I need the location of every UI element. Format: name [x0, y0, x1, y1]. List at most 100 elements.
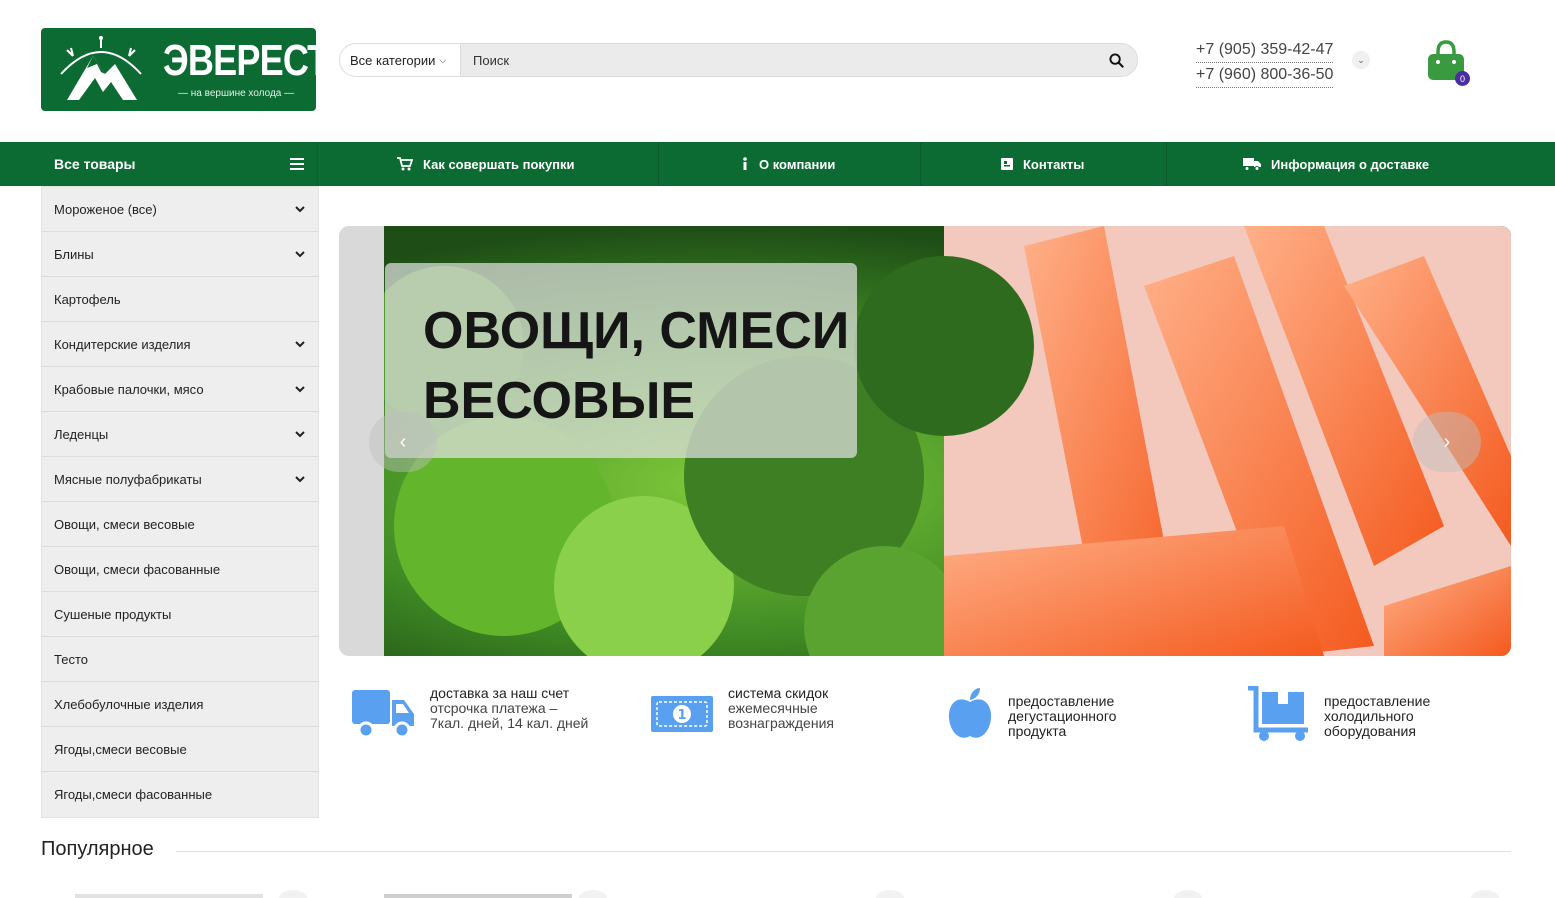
category-select[interactable]: Все категории ⌵	[340, 44, 461, 76]
apple-icon	[948, 688, 992, 738]
nav-divider	[920, 142, 921, 186]
feature-title: система скидок	[728, 685, 829, 701]
feature-delivery: доставка за наш счет отсрочка платежа – …	[352, 686, 588, 740]
logo[interactable]: ЭВЕРЕСТ — на вершине холода —	[41, 28, 329, 111]
sidebar-item-label: Овощи, смеси фасованные	[54, 561, 221, 577]
phone-list: +7 (905) 359-42-47 +7 (960) 800-36-50	[1196, 38, 1334, 88]
search-button[interactable]	[1095, 44, 1137, 76]
chevron-down-icon: ⌵	[439, 54, 447, 65]
chevron-down-icon[interactable]	[295, 385, 305, 393]
nav-label: Контакты	[1023, 156, 1085, 172]
nav-about[interactable]: О компании	[741, 142, 835, 186]
all-products-menu-button[interactable]: Все товары	[41, 142, 318, 186]
wishlist-button-peek[interactable]	[876, 890, 904, 898]
sidebar-item[interactable]: Овощи, смеси весовые	[42, 502, 318, 547]
feature-line: холодильного	[1324, 708, 1414, 724]
banner-title-line: ОВОЩИ, СМЕСИ	[423, 302, 850, 360]
sidebar-item[interactable]: Ягоды,смеси фасованные	[42, 772, 318, 817]
product-card-peek[interactable]	[75, 894, 263, 898]
slider-prev-button[interactable]: ‹	[369, 412, 437, 472]
feature-line: ежемесячные	[728, 700, 818, 716]
sidebar-item-label: Хлебобулочные изделия	[54, 696, 204, 712]
feature-title: предоставление	[1324, 693, 1431, 709]
feature-discounts: 1 система скидок ежемесячные вознагражде…	[650, 686, 834, 740]
wishlist-button-peek[interactable]	[579, 890, 607, 898]
phones-dropdown-button[interactable]: ⌄	[1352, 51, 1370, 69]
sidebar-item[interactable]: Ягоды,смеси весовые	[42, 727, 318, 772]
cart-icon	[397, 157, 413, 171]
chevron-left-icon: ‹	[399, 430, 407, 453]
sidebar-item-label: Ягоды,смеси фасованные	[54, 787, 213, 802]
search-bar: Все категории ⌵	[339, 43, 1138, 77]
banner-title[interactable]: ОВОЩИ, СМЕСИ ВЕСОВЫЕ	[423, 296, 863, 436]
nav-contacts[interactable]: Контакты	[1001, 142, 1084, 186]
chevron-down-icon[interactable]	[295, 340, 305, 348]
sidebar-item[interactable]: Картофель	[42, 277, 318, 322]
feature-line: оборудования	[1324, 723, 1416, 739]
sidebar-item[interactable]: Мороженое (все)	[42, 187, 318, 232]
chevron-down-icon[interactable]	[295, 475, 305, 483]
sidebar-item[interactable]: Хлебобулочные изделия	[42, 682, 318, 727]
nav-divider	[658, 142, 659, 186]
category-sidebar: Мороженое (все) Блины Картофель Кондитерски…	[41, 186, 319, 818]
nav-label: Как совершать покупки	[423, 156, 575, 172]
nav-divider	[1166, 142, 1167, 186]
category-select-label: Все категории	[350, 52, 436, 68]
feature-text: предоставление холодильного оборудования	[1324, 686, 1430, 739]
sidebar-item[interactable]: Сушеные продукты	[42, 592, 318, 637]
sidebar-item-label: Блины	[54, 246, 94, 262]
sidebar-item[interactable]: Тесто	[42, 637, 318, 682]
sidebar-item[interactable]: Крабовые палочки, мясо	[42, 367, 318, 412]
feature-text: доставка за наш счет отсрочка платежа – …	[430, 686, 588, 731]
feature-title: доставка за наш счет	[430, 685, 570, 701]
contact-card-icon	[1001, 158, 1013, 170]
sidebar-item-label: Овощи, смеси весовые	[54, 516, 195, 532]
feature-equipment: предоставление холодильного оборудования	[1246, 686, 1430, 742]
all-products-label: Все товары	[54, 156, 136, 172]
money-bill-icon: 1	[651, 696, 713, 732]
sidebar-item-label: Ягоды,смеси весовые	[54, 741, 187, 757]
sidebar-item[interactable]: Леденцы	[42, 412, 318, 457]
sidebar-item-label: Картофель	[54, 291, 121, 307]
mountain-logo-icon	[60, 36, 142, 100]
cart-count-badge: 0	[1455, 71, 1470, 86]
nav-how-to-buy[interactable]: Как совершать покупки	[397, 142, 575, 186]
search-input[interactable]	[461, 44, 1095, 76]
sidebar-item[interactable]: Овощи, смеси фасованные	[42, 547, 318, 592]
nav-label: Информация о доставке	[1271, 156, 1430, 172]
phone-number-2[interactable]: +7 (960) 800-36-50	[1196, 63, 1334, 88]
chevron-right-icon: ›	[1443, 430, 1451, 453]
main-navbar: Все товары Как совершать покупки О компа…	[0, 142, 1555, 186]
nav-delivery-info[interactable]: Информация о доставке	[1243, 142, 1429, 186]
sidebar-item-label: Леденцы	[54, 426, 109, 442]
slider-next-button[interactable]: ›	[1413, 412, 1481, 472]
feature-text: предоставление дегустационного продукта	[1008, 686, 1116, 739]
sidebar-item-label: Мясные полуфабрикаты	[54, 471, 202, 487]
wishlist-button-peek[interactable]	[279, 890, 307, 898]
nav-label: О компании	[759, 156, 836, 172]
sidebar-item[interactable]: Мясные полуфабрикаты	[42, 457, 318, 502]
product-card-peek[interactable]	[384, 894, 572, 898]
feature-line: вознаграждения	[728, 715, 834, 731]
feature-line: 7кал. дней, 14 кал. дней	[430, 715, 589, 731]
chevron-down-icon[interactable]	[295, 430, 305, 438]
sidebar-item-label: Крабовые палочки, мясо	[54, 381, 204, 397]
hero-slider: ОВОЩИ, СМЕСИ ВЕСОВЫЕ ‹ ›	[339, 226, 1511, 656]
sidebar-item[interactable]: Кондитерские изделия	[42, 322, 318, 367]
section-divider	[176, 851, 1511, 852]
search-icon	[1108, 52, 1124, 68]
wishlist-button-peek[interactable]	[1471, 890, 1499, 898]
chevron-down-icon[interactable]	[295, 250, 305, 258]
phone-number-1[interactable]: +7 (905) 359-42-47	[1196, 38, 1334, 63]
svg-text:1: 1	[677, 708, 686, 723]
feature-line: продукта	[1008, 723, 1067, 739]
feature-title: предоставление	[1008, 693, 1115, 709]
chevron-down-icon: ⌄	[1357, 54, 1365, 65]
sidebar-item[interactable]: Блины	[42, 232, 318, 277]
banner-title-line: ВЕСОВЫЕ	[423, 372, 696, 430]
sidebar-item-label: Тесто	[54, 651, 88, 667]
chevron-down-icon[interactable]	[295, 205, 305, 213]
info-icon	[743, 157, 747, 170]
sidebar-item-label: Мороженое (все)	[54, 201, 157, 217]
wishlist-button-peek[interactable]	[1174, 890, 1202, 898]
